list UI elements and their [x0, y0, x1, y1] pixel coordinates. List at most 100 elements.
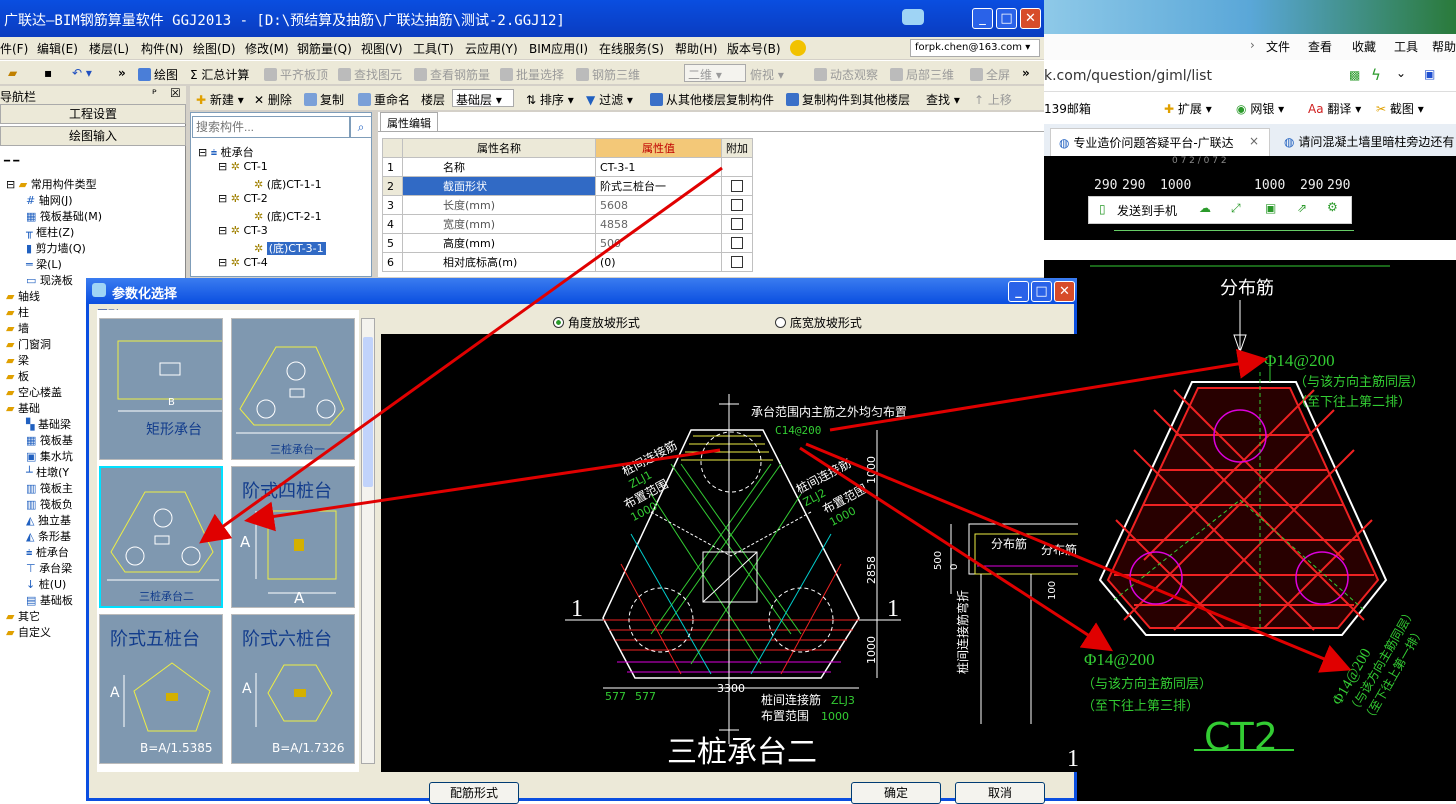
menu-rebar[interactable]: 钢筋量(Q) [297, 40, 352, 57]
maximize-button[interactable]: □ [996, 8, 1017, 29]
save-disk-icon[interactable]: ▣ [1265, 201, 1276, 215]
dropdown-icon[interactable]: ⌄ [1396, 66, 1406, 80]
sort-button[interactable]: ⇅ 排序 ▾ [526, 91, 574, 108]
tree-folder-hollow[interactable]: ▰ 空心楼盖 [6, 384, 62, 400]
view-rebar-button[interactable]: 查看钢筋量 [414, 66, 490, 83]
rename-button[interactable]: 重命名 [358, 91, 410, 108]
tree-item-frame-column[interactable]: ╥ 框柱(Z) [26, 224, 74, 240]
tree-folder-other[interactable]: ▰ 其它 [6, 608, 40, 624]
dialog-maximize-button[interactable]: □ [1031, 281, 1052, 302]
tree-folder-slab[interactable]: ▰ 板 [6, 368, 29, 384]
browser-menu-help[interactable]: 帮助 [1432, 38, 1456, 55]
shape-step-five-pile[interactable]: 阶式五桩台 A B=A/1.5385 [99, 614, 223, 764]
table-row[interactable]: 4 宽度(mm) 4858 [382, 214, 753, 234]
menu-draw[interactable]: 绘图(D) [193, 40, 236, 57]
tree-item-raft[interactable]: ▦ 筏板基础(M) [26, 208, 102, 224]
fav-translate[interactable]: Aa 翻译 ▾ [1308, 100, 1361, 117]
tree-item-column-pier[interactable]: ┴ 柱墩(Y [26, 464, 69, 480]
flat-top-button[interactable]: 平齐板顶 [264, 66, 328, 83]
new-button[interactable]: ✚ 新建 ▾ [196, 91, 244, 108]
radio-angle-slope[interactable]: 角度放坡形式 [553, 314, 640, 331]
project-settings-button[interactable]: 工程设置 [0, 104, 186, 124]
settings-gear-icon[interactable]: ⚙ [1327, 200, 1338, 214]
component-search-input[interactable] [192, 116, 350, 138]
table-row[interactable]: 3 长度(mm) 5608 [382, 195, 753, 215]
tree-item-found-slab[interactable]: ▤ 基础板 [26, 592, 73, 608]
tree-item-strip[interactable]: ◭ 条形基 [26, 528, 71, 544]
find-button[interactable]: 查找 ▾ [926, 91, 960, 108]
batch-select-button[interactable]: 批量选择 [500, 66, 564, 83]
menu-modify[interactable]: 修改(M) [245, 40, 289, 57]
menu-cloud[interactable]: 云应用(Y) [465, 40, 518, 57]
tree-item-sump[interactable]: ▣ 集水坑 [26, 448, 73, 464]
open-icon[interactable]: ▰ [8, 66, 17, 80]
menu-online[interactable]: 在线服务(S) [599, 40, 664, 57]
search-engine-icon[interactable]: ▣ [1424, 67, 1435, 81]
table-row[interactable]: 6 相对底标高(m) (0) [382, 252, 753, 272]
collapse-icon[interactable]: ━ ━ [4, 156, 19, 167]
tab-property-edit[interactable]: 属性编辑 [380, 112, 438, 131]
top-view-button[interactable]: 俯视 ▾ [750, 66, 784, 83]
tree-folder-common[interactable]: ⊟ ▰ 常用构件类型 [6, 176, 97, 192]
tree-folder-custom[interactable]: ▰ 自定义 [6, 624, 51, 640]
dialog-close-button[interactable]: ✕ [1054, 281, 1075, 302]
overflow-icon[interactable]: » [118, 66, 126, 80]
view-mode-select[interactable]: 二维 ▾ [684, 64, 746, 82]
shape-rect-cap[interactable]: B 矩形承台 [99, 318, 223, 460]
tree-node-ct1[interactable]: ⊟ ✲ CT-1 [218, 160, 268, 173]
account-select[interactable]: forpk.chen@163.com ▾ [910, 39, 1040, 57]
fullscreen-button[interactable]: 全屏 [970, 66, 1010, 83]
tree-item-raft-main[interactable]: ▥ 筏板主 [26, 480, 73, 496]
extra-checkbox[interactable] [731, 217, 743, 230]
tree-node-ct4[interactable]: ⊟ ✲ CT-4 [218, 256, 268, 269]
minimize-button[interactable]: _ [972, 8, 993, 29]
phone-icon[interactable]: ▯ [1099, 202, 1106, 216]
qr-icon[interactable]: ▩ [1349, 68, 1360, 82]
menu-component[interactable]: 构件(N) [141, 40, 183, 57]
drawing-input-button[interactable]: 绘图输入 [0, 126, 186, 146]
extra-checkbox[interactable] [731, 179, 743, 192]
tree-item-slab[interactable]: ▭ 现浇板 [26, 272, 73, 288]
browser-menu-file[interactable]: 文件 [1266, 38, 1290, 55]
summary-button[interactable]: Σ 汇总计算 [190, 66, 249, 83]
shape-three-pile-1[interactable]: 三桩承台一 [231, 318, 355, 460]
tree-item-found-beam[interactable]: ▚ 基础梁 [26, 416, 71, 432]
prop-value[interactable]: 阶式三桩台一 [595, 176, 722, 196]
menu-view[interactable]: 视图(V) [361, 40, 403, 57]
search-icon[interactable]: ⌕ [350, 116, 372, 138]
move-up-button[interactable]: ↑ 上移 [974, 91, 1012, 108]
table-row[interactable]: 1 名称 CT-3-1 [382, 157, 753, 177]
send-to-phone-button[interactable]: 发送到手机 [1117, 202, 1177, 219]
smiley-icon[interactable] [790, 40, 806, 56]
dynamic-view-button[interactable]: 动态观察 [814, 66, 878, 83]
find-element-button[interactable]: 查找图元 [338, 66, 402, 83]
prop-value[interactable]: (0) [595, 252, 722, 272]
local-3d-button[interactable]: 局部三维 [890, 66, 954, 83]
filter-button[interactable]: ▼ 过滤 ▾ [586, 91, 633, 108]
shape-step-four-pile[interactable]: 阶式四桩台 A A [231, 466, 355, 608]
menu-version[interactable]: 版本号(B) [727, 40, 781, 57]
prop-value[interactable]: CT-3-1 [595, 157, 722, 177]
menu-floor[interactable]: 楼层(L) [89, 40, 129, 57]
menu-chevron-icon[interactable]: › [1250, 38, 1255, 52]
shape-three-pile-2[interactable]: 三桩承台二 [99, 466, 223, 608]
prop-value[interactable]: 4858 [595, 214, 722, 234]
tree-folder-beam[interactable]: ▰ 梁 [6, 352, 29, 368]
prop-value[interactable]: 5608 [595, 195, 722, 215]
scrollbar-thumb[interactable] [363, 337, 373, 487]
tree-node-ct2[interactable]: ⊟ ✲ CT-2 [218, 192, 268, 205]
tree-node-ct2-1[interactable]: ✲ (底)CT-2-1 [254, 208, 322, 224]
fav-139[interactable]: 139邮箱 [1044, 100, 1091, 117]
cloud-icon[interactable]: ☁ [1199, 201, 1211, 215]
tree-item-axis[interactable]: # 轴网(J) [26, 192, 73, 208]
fav-bank[interactable]: ◉ 网银 ▾ [1236, 100, 1284, 117]
close-button[interactable]: ✕ [1020, 8, 1041, 29]
tree-item-shear-wall[interactable]: ▮ 剪力墙(Q) [26, 240, 86, 256]
tree-folder-wall[interactable]: ▰ 墙 [6, 320, 29, 336]
tree-item-beam[interactable]: ═ 梁(L) [26, 256, 62, 272]
extra-checkbox[interactable] [731, 236, 743, 249]
rebar-3d-button[interactable]: 钢筋三维 [576, 66, 640, 83]
tree-folder-foundation[interactable]: ▰ 基础 [6, 400, 40, 416]
extra-checkbox[interactable] [731, 198, 743, 211]
tree-node-pile-cap[interactable]: ⊟ ⩧ 桩承台 [198, 144, 254, 160]
